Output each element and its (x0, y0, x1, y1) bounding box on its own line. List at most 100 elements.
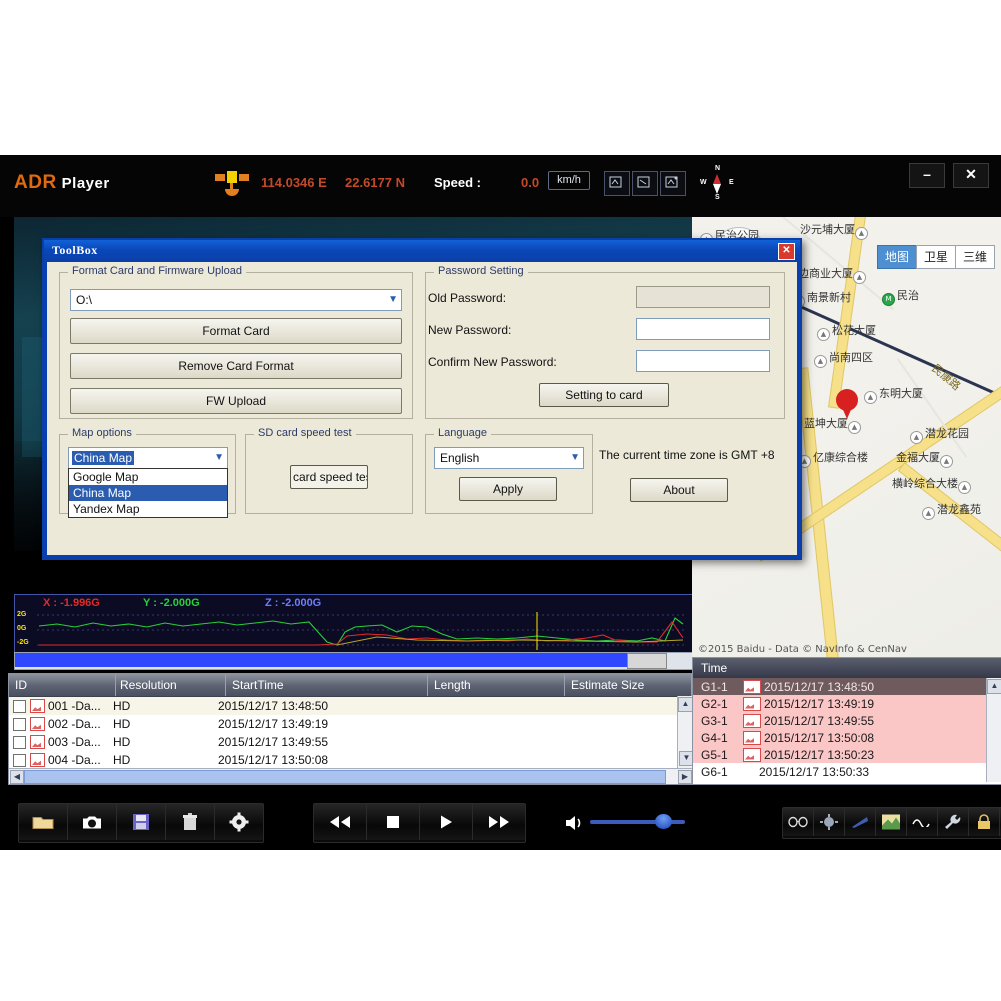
map-icon[interactable] (876, 808, 907, 836)
drive-select[interactable]: O:\ ▼ (70, 289, 402, 311)
view-2-icon[interactable] (632, 171, 658, 196)
event-list-panel[interactable]: Time G1-1 2015/12/17 13:48:50 G2-1 2015/12… (692, 657, 1001, 785)
lock-icon[interactable] (969, 808, 1000, 836)
row-checkbox[interactable] (13, 753, 26, 767)
playback-scroll-thumb[interactable] (627, 653, 667, 669)
playback-scrollbar[interactable] (14, 652, 694, 670)
speed-label: Speed : (434, 175, 481, 190)
close-button[interactable]: ✕ (953, 163, 989, 188)
event-row[interactable]: G2-1 2015/12/17 13:49:19 (693, 695, 1001, 712)
map-label: 松花大厦 (832, 324, 876, 337)
satellite-icon (215, 171, 249, 198)
rewind-icon[interactable] (314, 804, 367, 840)
format-card-button[interactable]: Format Card (70, 318, 402, 344)
column-header-starttime[interactable]: StartTime (226, 674, 428, 696)
event-row[interactable]: G1-1 2015/12/17 13:48:50 (693, 678, 1001, 695)
scroll-up-icon[interactable]: ▲ (678, 697, 693, 712)
row-checkbox[interactable] (13, 699, 26, 713)
scroll-up-icon[interactable]: ▲ (987, 679, 1001, 694)
fw-upload-button[interactable]: FW Upload (70, 388, 402, 414)
event-thumb-icon (743, 679, 761, 694)
poi-marker-icon: ▲ (922, 507, 935, 520)
volume-control[interactable] (565, 813, 685, 831)
column-header-id[interactable]: ID (9, 674, 116, 696)
remove-card-format-button[interactable]: Remove Card Format (70, 353, 402, 379)
hscroll-thumb[interactable] (24, 770, 666, 784)
new-password-field[interactable] (636, 318, 770, 340)
event-thumb-icon (743, 747, 761, 762)
trash-icon[interactable] (166, 804, 215, 840)
stop-icon[interactable] (367, 804, 420, 840)
map-option-china[interactable]: China Map (69, 485, 227, 501)
map-option-yandex[interactable]: Yandex Map (69, 501, 227, 517)
map-type-ditu[interactable]: 地图 (877, 245, 917, 269)
about-button[interactable]: About (630, 478, 728, 502)
map-options-select[interactable]: China Map ▼ (68, 447, 228, 469)
new-password-label: New Password: (428, 323, 512, 337)
window-titlebar: ADR Player 114.0346 E 22.6177 N Speed : 0… (0, 155, 1001, 217)
sd-speed-test-button[interactable]: SD card speed test (290, 465, 368, 489)
toolbox-close-button[interactable]: ✕ (778, 243, 795, 260)
cell-resolution: HD (113, 753, 131, 767)
event-row[interactable]: G5-1 2015/12/17 13:50:23 (693, 746, 1001, 763)
new-password-value (637, 321, 641, 335)
save-icon[interactable] (117, 804, 166, 840)
speed-value: 0.0 (521, 175, 540, 190)
file-list-table[interactable]: ID Resolution StartTime Length Estimate … (8, 673, 694, 785)
table-vertical-scrollbar[interactable]: ▲ ▼ (677, 696, 694, 768)
chevron-down-icon[interactable]: ▼ (388, 294, 398, 305)
column-header-resolution[interactable]: Resolution (116, 674, 226, 696)
gear-icon[interactable] (215, 804, 263, 840)
drag-icon[interactable] (814, 808, 845, 836)
cell-resolution: HD (113, 699, 131, 713)
confirm-password-field[interactable] (636, 350, 770, 372)
gsensor-y-label: Y : -2.000G (143, 597, 200, 609)
folder-icon[interactable] (19, 804, 68, 840)
chevron-down-icon[interactable]: ▼ (214, 452, 224, 463)
cell-resolution: HD (113, 735, 131, 749)
map-type-weixing[interactable]: 卫星 (916, 245, 956, 269)
play-icon[interactable] (420, 804, 473, 840)
setting-to-card-button[interactable]: Setting to card (539, 383, 669, 407)
wave-icon[interactable] (907, 808, 938, 836)
language-legend: Language (434, 427, 491, 439)
chevron-down-icon[interactable]: ▼ (570, 452, 580, 463)
column-header-estimate-size[interactable]: Estimate Size (565, 674, 692, 696)
wedge-icon[interactable] (845, 808, 876, 836)
event-list-scrollbar[interactable]: ▲ (986, 678, 1001, 782)
event-row[interactable]: G6-1 2015/12/17 13:50:33 (693, 763, 1001, 780)
table-row[interactable]: 002 -Da... HD 2015/12/17 13:49:19 (9, 715, 693, 733)
view-3-icon[interactable] (660, 171, 686, 196)
wrench-icon[interactable] (938, 808, 969, 836)
scroll-left-icon[interactable]: ◀ (10, 770, 24, 784)
map-options-dropdown-list[interactable]: Google Map China Map Yandex Map (68, 468, 228, 518)
minimize-button[interactable]: – (909, 163, 945, 188)
table-row[interactable]: 003 -Da... HD 2015/12/17 13:49:55 (9, 733, 693, 751)
table-horizontal-scrollbar[interactable]: ◀ ▶ (9, 768, 693, 784)
row-checkbox[interactable] (13, 735, 26, 749)
toolbox-dialog[interactable]: ToolBox ✕ Format Card and Firmware Uploa… (42, 238, 802, 560)
map-options-selected: China Map (72, 451, 135, 465)
map-option-google[interactable]: Google Map (69, 469, 227, 485)
apply-button[interactable]: Apply (459, 477, 557, 501)
table-row[interactable]: 004 -Da... HD 2015/12/17 13:50:08 (9, 751, 693, 769)
language-select[interactable]: English ▼ (434, 447, 584, 469)
fast-forward-icon[interactable] (473, 804, 525, 840)
camera-icon[interactable] (68, 804, 117, 840)
column-header-length[interactable]: Length (428, 674, 565, 696)
view-1-icon[interactable] (604, 171, 630, 196)
table-row[interactable]: 001 -Da... HD 2015/12/17 13:48:50 (9, 697, 693, 715)
speed-unit-button[interactable]: km/h (548, 171, 590, 190)
speaker-icon[interactable] (565, 815, 585, 831)
volume-knob[interactable] (655, 814, 672, 829)
old-password-field[interactable] (636, 286, 770, 308)
scroll-right-icon[interactable]: ▶ (678, 770, 692, 784)
toolbox-body: Format Card and Firmware Upload O:\ ▼ Fo… (47, 262, 797, 555)
row-checkbox[interactable] (13, 717, 26, 731)
event-row[interactable]: G3-1 2015/12/17 13:49:55 (693, 712, 1001, 729)
map-type-sanwei[interactable]: 三维 (955, 245, 995, 269)
toolbox-titlebar[interactable]: ToolBox ✕ (44, 240, 800, 262)
event-id: G5-1 (701, 747, 728, 762)
event-row[interactable]: G4-1 2015/12/17 13:50:08 (693, 729, 1001, 746)
glasses-icon[interactable] (783, 808, 814, 836)
